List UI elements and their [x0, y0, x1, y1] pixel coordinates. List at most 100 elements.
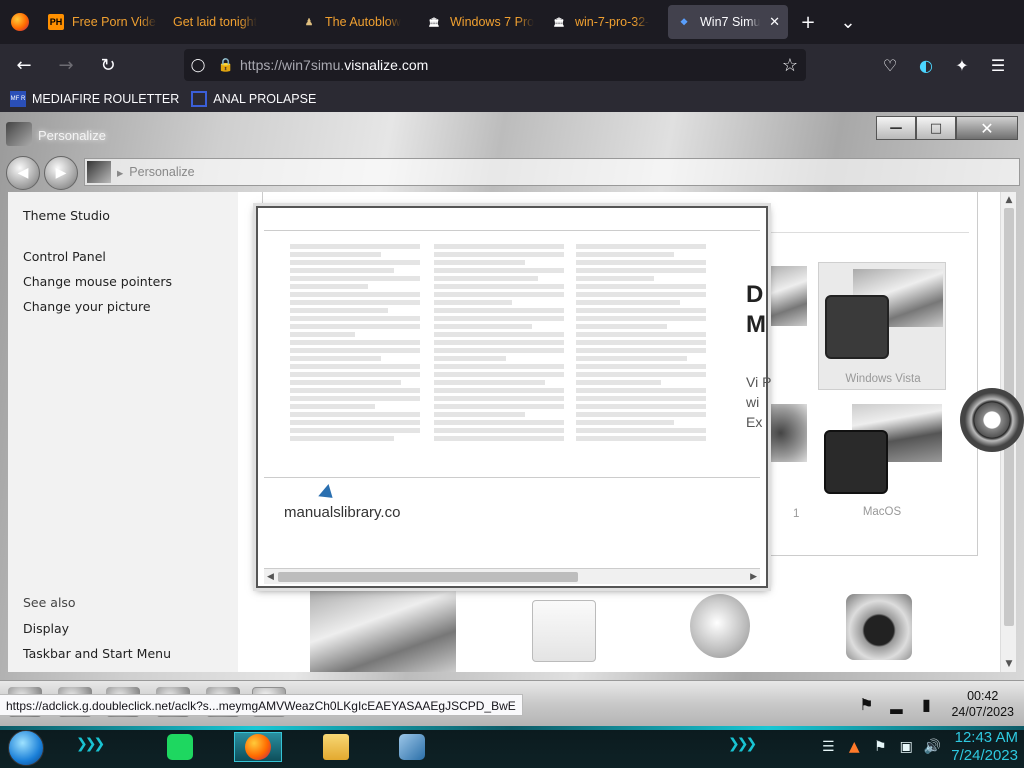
close-tab-icon[interactable]: ✕ [765, 14, 780, 30]
minimize-button[interactable]: — [876, 116, 916, 140]
sim-flag-icon[interactable]: ⚑ [851, 695, 881, 714]
flag-icon[interactable]: ⚑ [867, 739, 893, 755]
sim-battery-icon[interactable]: ▮ [911, 695, 941, 714]
taskbar-start-menu-link[interactable]: Taskbar and Start Menu [23, 646, 171, 661]
network-icon[interactable]: ▣ [893, 739, 919, 755]
vista-color-swatch [825, 295, 889, 359]
personalize-icon [87, 161, 111, 183]
host-date: 7/24/2023 [951, 747, 1018, 764]
browser-tab-bar: PH Free Porn Videos Get laid tonight ♟ T… [0, 0, 1024, 44]
change-mouse-pointers-link[interactable]: Change mouse pointers [23, 274, 172, 289]
back-icon[interactable]: ← [6, 49, 42, 81]
scroll-down-icon[interactable]: ▼ [1001, 656, 1017, 672]
file-explorer-taskbar-button[interactable] [312, 732, 360, 762]
tab-label: Win7 Simu [700, 15, 761, 29]
new-tab-icon[interactable]: + [788, 0, 828, 44]
app-tray-icon[interactable]: ▲ [841, 739, 867, 755]
tab-win7-simu[interactable]: ❖ Win7 Simu ✕ [668, 5, 788, 39]
pocket-icon[interactable]: ♡ [872, 56, 908, 75]
explorer-forward-button[interactable]: ▶ [44, 156, 78, 190]
sim-date: 24/07/2023 [951, 705, 1014, 719]
tab-get-laid-tonight[interactable]: Get laid tonight [165, 0, 293, 44]
tab-label: Get laid tonight [173, 15, 258, 29]
decor-chevron: ❯❯❯ [76, 736, 105, 752]
theme-windows-vista[interactable]: Windows Vista [818, 262, 946, 390]
task-pane: Theme Studio Control Panel Change mouse … [8, 192, 238, 672]
shield-icon[interactable]: ◯ [184, 57, 212, 73]
ad-document-preview[interactable] [264, 230, 760, 478]
tab-windows-7-pro[interactable]: 🏛 Windows 7 Pro [418, 0, 543, 44]
folder-icon [323, 734, 349, 760]
bookmark-mediafire-rouletter[interactable]: MF R MEDIAFIRE ROULETTER [10, 91, 179, 107]
scroll-left-icon[interactable]: ◀ [267, 569, 274, 585]
bookmark-star-icon[interactable]: ☆ [782, 55, 798, 76]
doc-column [576, 241, 706, 444]
menu-lines-icon[interactable]: ☰ [815, 739, 841, 755]
close-window-button[interactable]: ✕ [956, 116, 1018, 140]
theme-studio-link[interactable]: Theme Studio [23, 208, 110, 223]
bookmark-anal-prolapse[interactable]: ANAL PROLAPSE [191, 91, 316, 107]
scroll-right-icon[interactable]: ▶ [750, 569, 757, 585]
menu-icon[interactable]: ☰ [980, 56, 1016, 75]
reload-icon[interactable]: ↻ [90, 49, 126, 81]
ad-side-title: D M [746, 281, 766, 338]
browser-nav-bar: ← → ↻ ◯ 🔒 https://win7simu.visnalize.com… [0, 44, 1024, 86]
window-color-thumbnail[interactable] [532, 600, 596, 662]
host-clock[interactable]: 12:43 AM 7/24/2023 [951, 729, 1018, 765]
forward-icon[interactable]: → [48, 49, 84, 81]
tab-the-autoblow[interactable]: ♟ The Autoblow [293, 0, 418, 44]
ad-logo-text[interactable]: manualslibrary.co [284, 504, 400, 521]
bookmark-label: MEDIAFIRE ROULETTER [32, 92, 180, 106]
virtualbox-taskbar-button[interactable] [388, 732, 436, 762]
breadcrumb[interactable]: Personalize [129, 165, 194, 179]
win7-icon: ❖ [679, 16, 689, 27]
explorer-address-row: ◀ ▶ ▸ Personalize [4, 154, 1022, 190]
theme-label: Windows Vista [845, 373, 921, 385]
change-your-picture-link[interactable]: Change your picture [23, 299, 151, 314]
doc-column [290, 241, 420, 444]
ad-logo-arrow-icon [318, 484, 338, 504]
explorer-address-box[interactable]: ▸ Personalize [84, 158, 1020, 186]
breadcrumb-separator: ▸ [117, 165, 124, 180]
museum-icon: 🏛 [553, 16, 565, 27]
window-title: Personalize [38, 128, 106, 143]
sim-signal-icon[interactable]: ▂ [881, 695, 911, 714]
firefox-icon [245, 734, 271, 760]
ad-scroll-thumb[interactable] [278, 572, 578, 582]
theme-thumbnail-partial[interactable] [763, 266, 807, 326]
display-link[interactable]: Display [23, 621, 69, 636]
maximize-button[interactable]: □ [916, 116, 956, 140]
dark-reader-icon[interactable]: ◐ [908, 56, 944, 75]
host-taskbar: ❯❯❯ ❯❯❯ ☰ ▲ ⚑ ▣ 🔊 12:43 AM 7/24/2023 [0, 726, 1024, 768]
ad-horizontal-scrollbar[interactable]: ◀ ▶ [264, 568, 760, 584]
popup-ad-window[interactable]: manualslibrary.co D M Vi P wi Ex ◀ ▶ [256, 206, 771, 588]
spotify-taskbar-button[interactable] [156, 732, 204, 762]
scroll-up-icon[interactable]: ▲ [1001, 192, 1017, 208]
tab-win-7-pro-32[interactable]: 🏛 win-7-pro-32- [543, 0, 668, 44]
url-bar[interactable]: ◯ 🔒 https://win7simu.visnalize.com ☆ [184, 49, 806, 81]
sounds-icon[interactable] [690, 594, 750, 658]
sim-clock[interactable]: 00:42 24/07/2023 [951, 688, 1014, 720]
pornhub-favicon-icon: PH [48, 14, 64, 30]
firefox-taskbar-button[interactable] [234, 732, 282, 762]
doc-column [434, 241, 564, 444]
start-orb-icon[interactable] [8, 730, 44, 766]
control-panel-link[interactable]: Control Panel [23, 249, 106, 264]
desktop-background-thumbnail[interactable] [310, 588, 456, 672]
list-all-tabs-icon[interactable]: ⌄ [828, 0, 868, 44]
explorer-back-button[interactable]: ◀ [6, 156, 40, 190]
tab-label: Free Porn Videos [72, 15, 157, 29]
floating-record-button-icon[interactable] [960, 388, 1024, 452]
mediafire-icon: MF R [10, 91, 26, 107]
tab-free-porn-videos[interactable]: PH Free Porn Videos [40, 0, 165, 44]
theme-macos[interactable]: MacOS [818, 400, 946, 528]
firefox-icon[interactable] [0, 0, 40, 44]
page-viewport: Personalize — □ ✕ ◀ ▶ ▸ Personalize Them… [0, 112, 1024, 768]
tab-label: win-7-pro-32- [575, 15, 650, 29]
lock-icon[interactable]: 🔒 [212, 57, 240, 73]
tab-label: The Autoblow [325, 15, 401, 29]
theme-label: MacOS [862, 506, 902, 518]
volume-icon[interactable]: 🔊 [919, 739, 945, 755]
extensions-icon[interactable]: ✦ [944, 56, 980, 75]
screen-saver-icon[interactable] [846, 594, 912, 660]
